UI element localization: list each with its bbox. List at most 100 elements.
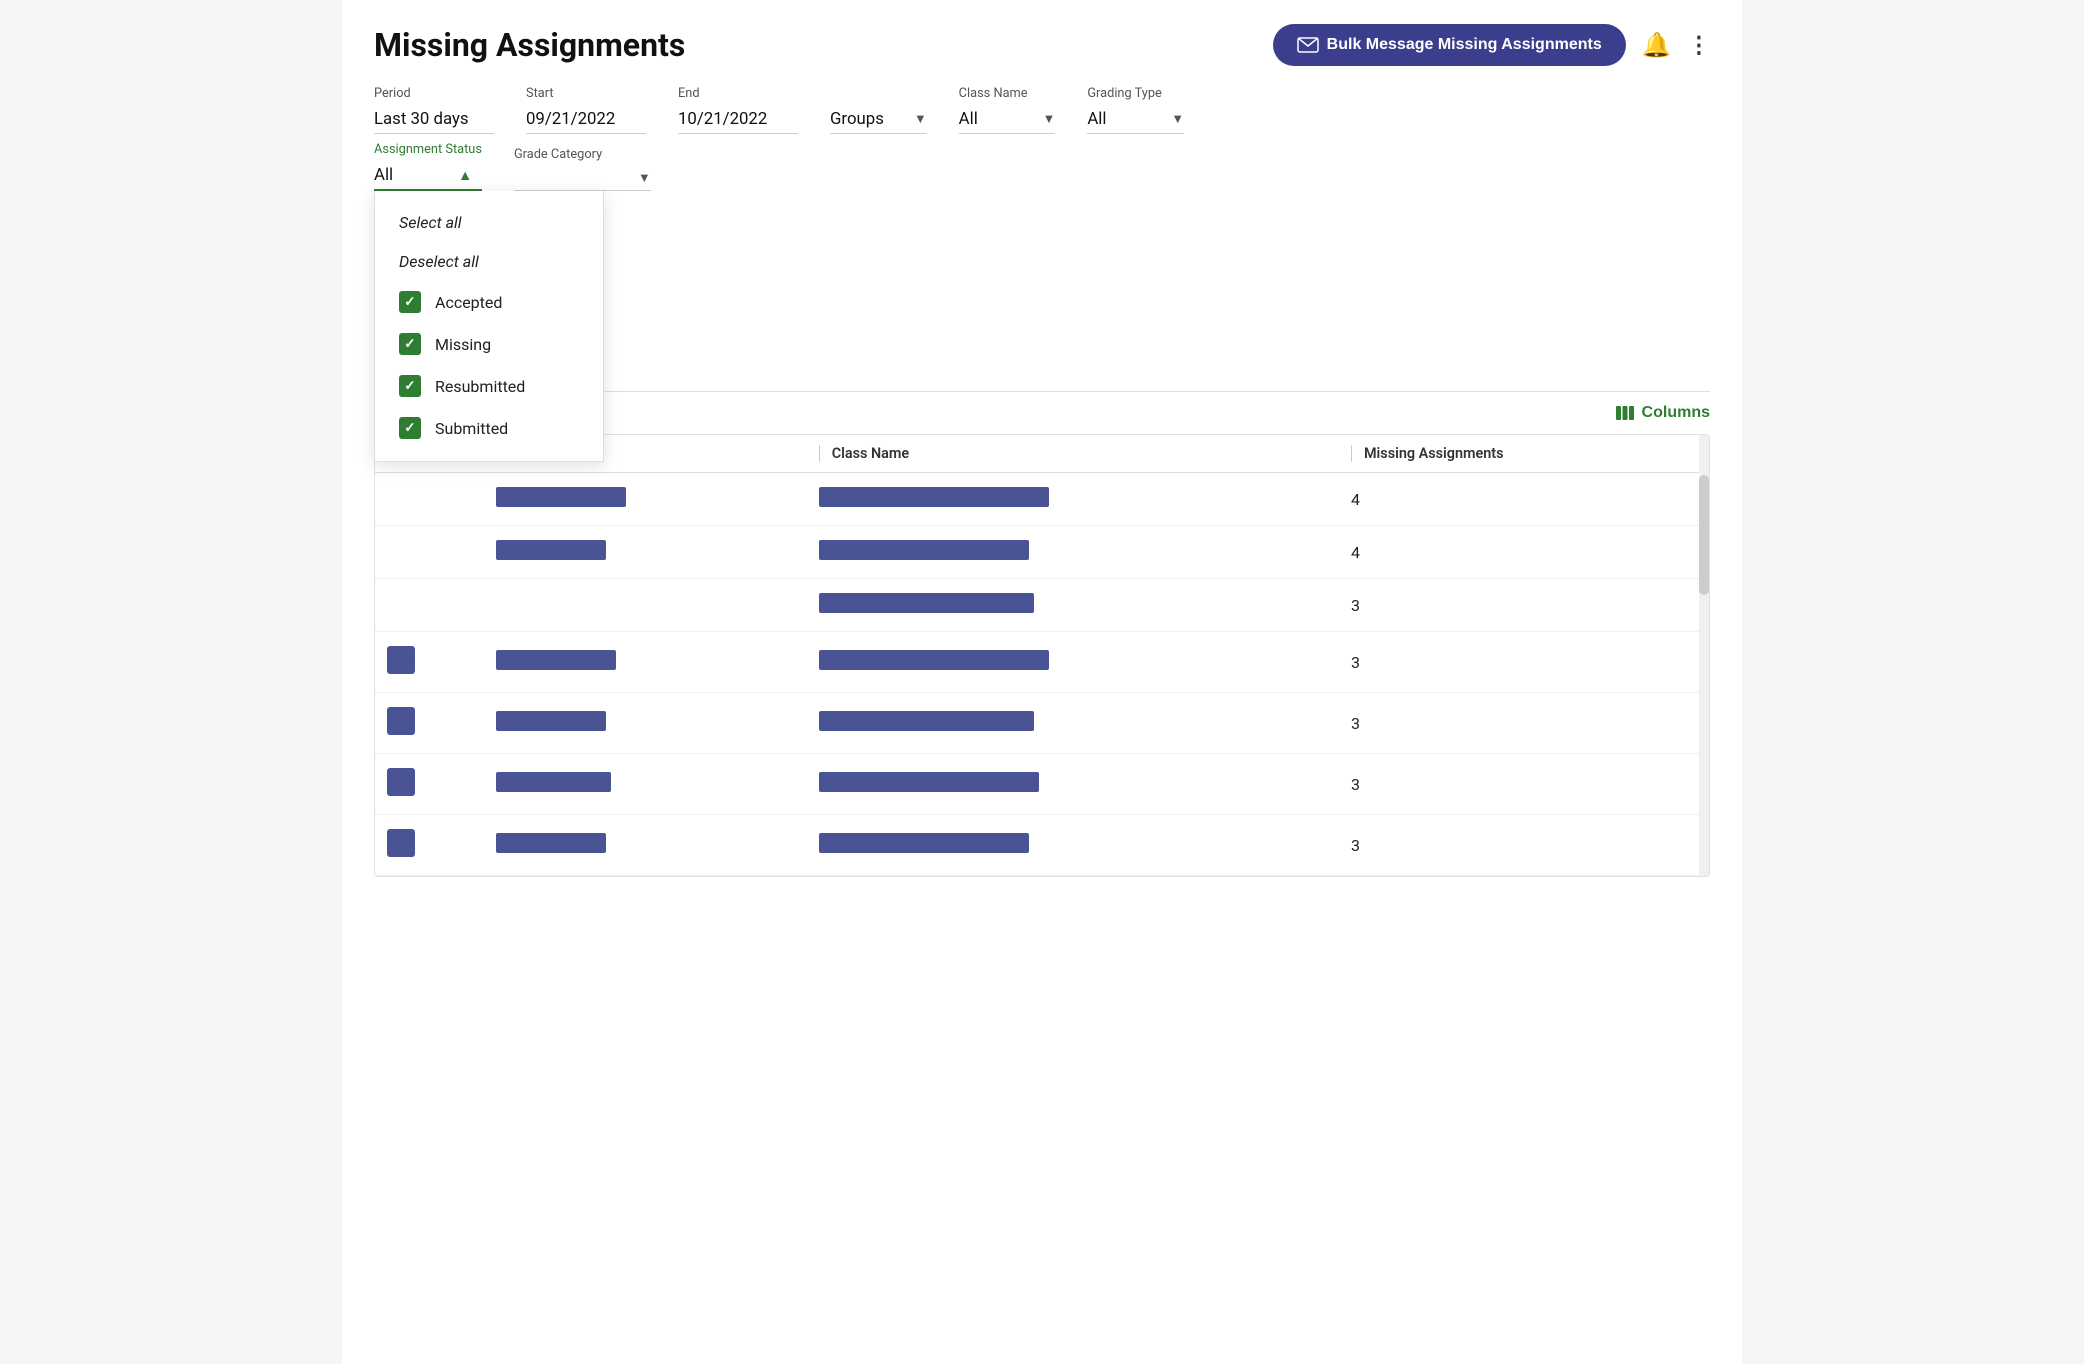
assignment-status-label: Assignment Status xyxy=(374,142,482,157)
missing-checkmark-icon: ✓ xyxy=(404,336,415,352)
table-row[interactable]: 3 xyxy=(375,579,1709,632)
name-bar xyxy=(496,540,606,560)
missing-count: 3 xyxy=(1351,714,1360,733)
grading-type-filter: Grading Type All ▼ xyxy=(1087,86,1184,134)
groups-filter: Groups ▼ xyxy=(830,105,927,134)
missing-count: 3 xyxy=(1351,836,1360,855)
grading-type-value: All xyxy=(1087,109,1167,129)
row-class-name-cell xyxy=(807,815,1339,876)
resubmitted-checkbox-item[interactable]: ✓ Resubmitted xyxy=(375,365,603,407)
class-name-filter: Class Name All ▼ xyxy=(959,86,1056,134)
table-row[interactable]: 3 xyxy=(375,754,1709,815)
class-name-bar xyxy=(819,540,1029,560)
submitted-checkbox[interactable]: ✓ xyxy=(399,417,421,439)
select-all-item[interactable]: Select all xyxy=(375,203,603,242)
end-value[interactable]: 10/21/2022 xyxy=(678,105,798,134)
grading-type-label: Grading Type xyxy=(1087,86,1184,101)
resubmitted-checkmark-icon: ✓ xyxy=(404,378,415,394)
accepted-checkmark-icon: ✓ xyxy=(404,294,415,310)
table-row[interactable]: 3 xyxy=(375,815,1709,876)
row-avatar-cell xyxy=(375,754,484,815)
resubmitted-checkbox[interactable]: ✓ xyxy=(399,375,421,397)
assignment-status-value: All xyxy=(374,165,454,185)
start-label: Start xyxy=(526,86,646,101)
resubmitted-label: Resubmitted xyxy=(435,377,525,396)
table-row[interactable]: 3 xyxy=(375,693,1709,754)
notification-bell-icon[interactable]: 🔔 xyxy=(1642,31,1672,59)
header-actions: Bulk Message Missing Assignments 🔔 ⋮ xyxy=(1273,24,1710,66)
class-name-bar xyxy=(819,593,1034,613)
class-name-chevron-down-icon: ▼ xyxy=(1043,111,1056,127)
row-missing-count-cell: 3 xyxy=(1339,632,1709,693)
accepted-checkbox-item[interactable]: ✓ Accepted xyxy=(375,281,603,323)
class-name-select[interactable]: All ▼ xyxy=(959,105,1056,134)
avatar xyxy=(387,707,415,735)
row-avatar-cell xyxy=(375,526,484,579)
submitted-checkbox-item[interactable]: ✓ Submitted xyxy=(375,407,603,449)
avatar xyxy=(387,829,415,857)
deselect-all-item[interactable]: Deselect all xyxy=(375,242,603,281)
more-options-icon[interactable]: ⋮ xyxy=(1688,32,1710,58)
row-name-cell xyxy=(484,526,807,579)
col-header-class-name: Class Name xyxy=(807,435,1339,473)
missing-count: 4 xyxy=(1351,543,1360,562)
grade-category-select[interactable]: ▼ xyxy=(514,166,651,191)
scrollbar-track[interactable] xyxy=(1699,435,1709,876)
page-title: Missing Assignments xyxy=(374,26,685,64)
grade-category-label: Grade Category xyxy=(514,147,651,162)
bulk-message-label: Bulk Message Missing Assignments xyxy=(1327,36,1602,54)
period-label: Period xyxy=(374,86,494,101)
row-name-cell xyxy=(484,579,807,632)
missing-checkbox[interactable]: ✓ xyxy=(399,333,421,355)
scrollbar-thumb[interactable] xyxy=(1699,475,1709,595)
row-class-name-cell xyxy=(807,579,1339,632)
class-name-bar xyxy=(819,650,1049,670)
name-bar xyxy=(496,833,606,853)
accepted-label: Accepted xyxy=(435,293,502,312)
accepted-checkbox[interactable]: ✓ xyxy=(399,291,421,313)
name-bar xyxy=(496,487,626,507)
grading-type-chevron-down-icon: ▼ xyxy=(1171,111,1184,127)
row-missing-count-cell: 3 xyxy=(1339,815,1709,876)
table-row[interactable]: 3 xyxy=(375,632,1709,693)
class-name-bar xyxy=(819,487,1049,507)
avatar xyxy=(387,646,415,674)
start-value[interactable]: 09/21/2022 xyxy=(526,105,646,134)
filter-row-2: Assignment Status All ▲ Select all Desel… xyxy=(374,142,1710,191)
name-bar xyxy=(496,772,611,792)
missing-count: 3 xyxy=(1351,596,1360,615)
table-section: Filters Columns D Name xyxy=(374,391,1710,877)
table-row[interactable]: 4 xyxy=(375,473,1709,526)
row-missing-count-cell: 4 xyxy=(1339,473,1709,526)
grade-category-filter: Grade Category ▼ xyxy=(514,147,651,191)
row-missing-count-cell: 4 xyxy=(1339,526,1709,579)
assignment-status-dropdown: Select all Deselect all ✓ Accepted ✓ Mis… xyxy=(374,191,604,462)
period-value[interactable]: Last 30 days xyxy=(374,105,494,134)
avatar xyxy=(387,768,415,796)
groups-select[interactable]: Groups ▼ xyxy=(830,105,927,134)
class-name-bar xyxy=(819,833,1029,853)
row-avatar-cell xyxy=(375,815,484,876)
row-name-cell xyxy=(484,473,807,526)
table-row[interactable]: 4 xyxy=(375,526,1709,579)
row-avatar-cell xyxy=(375,693,484,754)
missing-count: 4 xyxy=(1351,490,1360,509)
envelope-icon xyxy=(1297,37,1319,53)
missing-checkbox-item[interactable]: ✓ Missing xyxy=(375,323,603,365)
row-name-cell xyxy=(484,632,807,693)
missing-count: 3 xyxy=(1351,775,1360,794)
assignment-status-select[interactable]: All ▲ xyxy=(374,161,482,191)
filter-row-1: Period Last 30 days Start 09/21/2022 End… xyxy=(374,86,1710,134)
name-bar xyxy=(496,650,616,670)
row-name-cell xyxy=(484,693,807,754)
row-class-name-cell xyxy=(807,632,1339,693)
start-filter: Start 09/21/2022 xyxy=(526,86,646,134)
columns-button[interactable]: Columns xyxy=(1616,404,1710,422)
row-class-name-cell xyxy=(807,526,1339,579)
bulk-message-button[interactable]: Bulk Message Missing Assignments xyxy=(1273,24,1626,66)
col-header-missing-assignments: Missing Assignments xyxy=(1339,435,1709,473)
end-label: End xyxy=(678,86,798,101)
row-name-cell xyxy=(484,754,807,815)
class-name-value: All xyxy=(959,109,1039,129)
grading-type-select[interactable]: All ▼ xyxy=(1087,105,1184,134)
